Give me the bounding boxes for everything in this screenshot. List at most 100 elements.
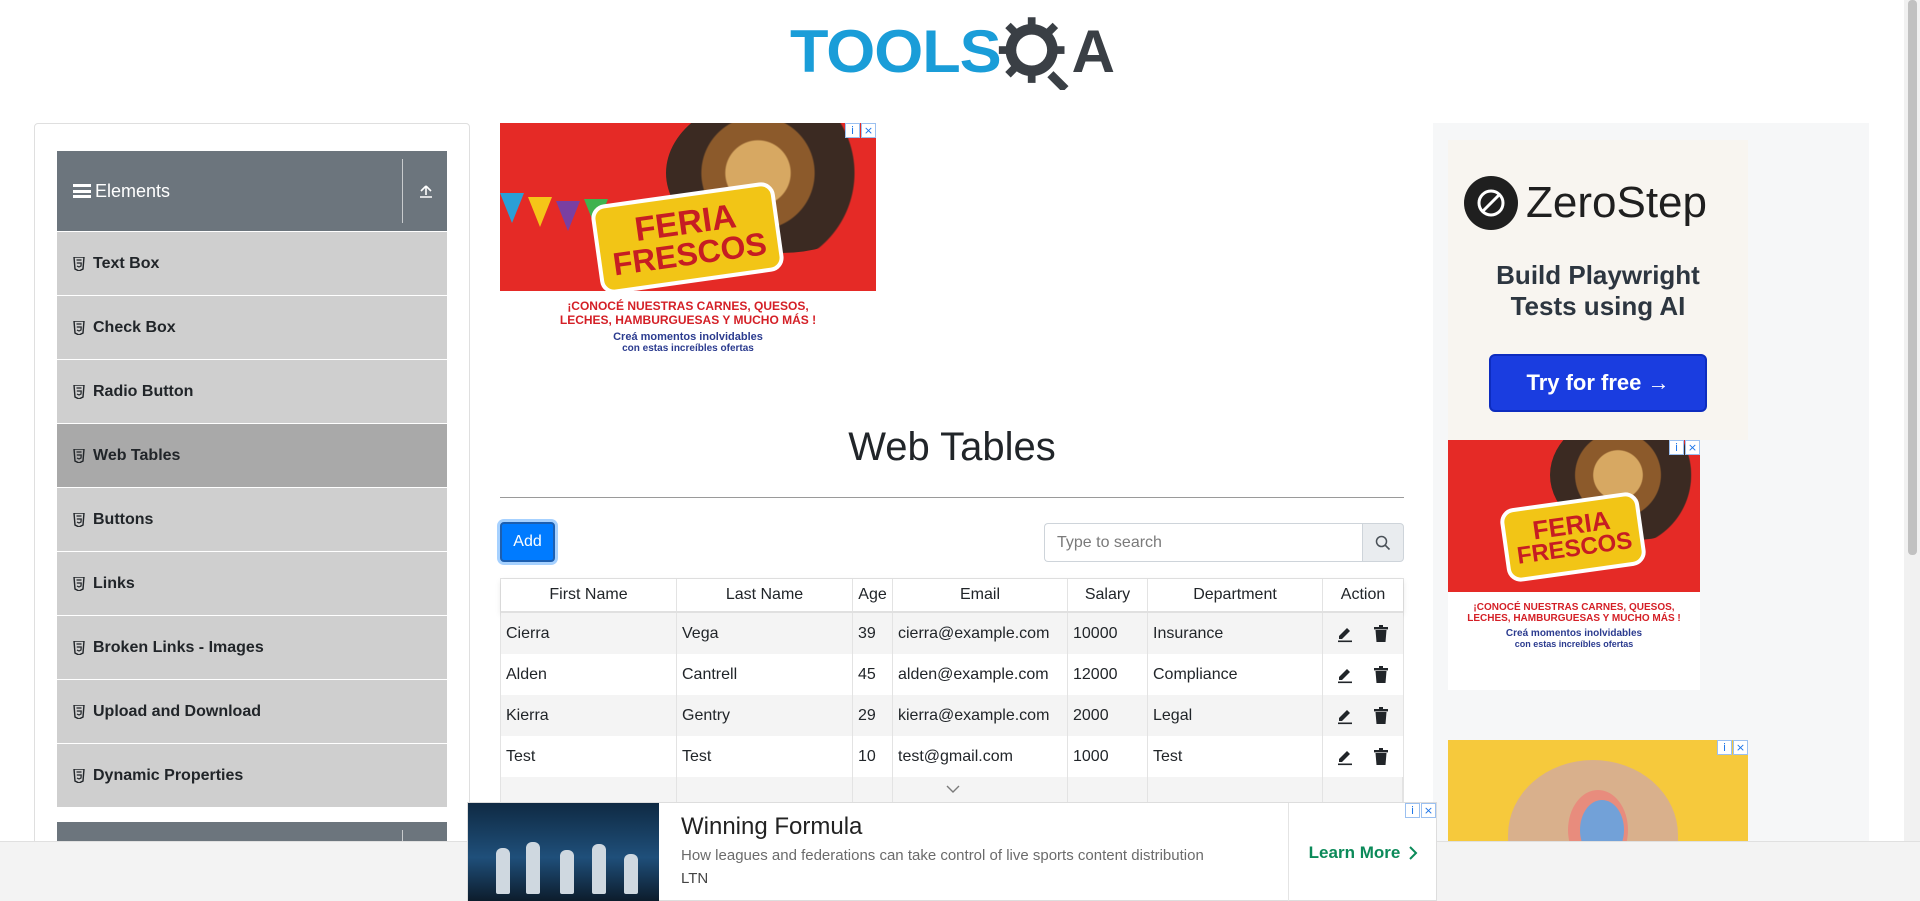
elements-menu: Text Box Check Box Radio Button Web Tabl… (57, 232, 447, 808)
cell-email: kierra@example.com (893, 695, 1068, 736)
sidebar-item-buttons[interactable]: Buttons (57, 488, 447, 552)
ad-feria-lower-4: con estas increíbles ofertas (622, 343, 754, 354)
ad-text: Winning Formula How leagues and federati… (659, 803, 1289, 900)
edit-pencil-icon[interactable] (1335, 747, 1355, 767)
ad-feria-lower: ¡CONOCÉ NUESTRAS CARNES, QUESOS, LECHES,… (500, 291, 876, 373)
sidebar-item-dynamic-properties[interactable]: Dynamic Properties (57, 744, 447, 808)
ad-feria-lower-1: ¡CONOCÉ NUESTRAS CARNES, QUESOS, (567, 299, 809, 313)
ad-feria-line-c: FRESCOS (610, 225, 769, 283)
collapse-arrow-icon[interactable] (415, 179, 437, 203)
col-header-age[interactable]: Age (853, 579, 893, 611)
page-scrollbar[interactable] (1904, 0, 1920, 841)
ad-choices[interactable]: i × (1717, 740, 1748, 755)
delete-trash-icon[interactable] (1371, 624, 1391, 644)
ad-choices[interactable]: i × (1405, 803, 1436, 818)
sidebar-item-upload-and-download[interactable]: Upload and Download (57, 680, 447, 744)
ad-description: How leagues and federations can take con… (681, 847, 1204, 864)
ad-close-icon[interactable]: × (861, 123, 876, 138)
ad-feria-right[interactable]: FERIA FRESCOS ¡CONOCÉ NUESTRAS CARNES, Q… (1448, 440, 1700, 690)
html5-icon (73, 320, 85, 335)
left-sidebar: Elements Text Box Check Box Radio Button… (34, 123, 470, 901)
ad-info-icon[interactable]: i (845, 123, 860, 138)
cell-salary: 1000 (1068, 736, 1148, 777)
sidebar-item-text-box[interactable]: Text Box (57, 232, 447, 296)
col-header-salary[interactable]: Salary (1068, 579, 1148, 611)
cell-actions (1323, 695, 1403, 736)
cell-first-name: Cierra (501, 613, 677, 654)
sidebar-item-label: Buttons (93, 510, 154, 528)
cell-last-name: Cantrell (677, 654, 853, 695)
toolsqa-logo[interactable]: TOOLS A (790, 14, 1115, 90)
ad-feria-lower-4: con estas increíbles ofertas (1514, 639, 1634, 649)
html5-icon (73, 576, 85, 591)
delete-trash-icon[interactable] (1371, 665, 1391, 685)
add-record-button[interactable]: Add (500, 522, 555, 562)
zerostep-name: ZeroStep (1526, 178, 1707, 227)
edit-pencil-icon[interactable] (1335, 706, 1355, 726)
search-box (1044, 523, 1404, 562)
zerostep-cta-button[interactable]: Try for free → (1489, 354, 1707, 412)
delete-trash-icon[interactable] (1371, 747, 1391, 767)
edit-pencil-icon[interactable] (1335, 624, 1355, 644)
table-row: Cierra Vega 39 cierra@example.com 10000 … (501, 613, 1403, 654)
ad-close-icon[interactable]: × (1421, 803, 1436, 818)
search-input[interactable] (1044, 523, 1362, 562)
page-title: Web Tables (848, 425, 1056, 469)
scrollbar-thumb[interactable] (1908, 0, 1917, 555)
ad-info-icon[interactable]: i (1405, 803, 1420, 818)
col-header-first-name[interactable]: First Name (501, 579, 677, 611)
html5-icon (73, 768, 85, 783)
ad-players-image (468, 803, 659, 901)
html5-icon (73, 256, 85, 271)
table-header: First Name Last Name Age Email Salary De… (501, 579, 1403, 613)
delete-trash-icon[interactable] (1371, 706, 1391, 726)
sidebar-item-radio-button[interactable]: Radio Button (57, 360, 447, 424)
sidebar-item-check-box[interactable]: Check Box (57, 296, 447, 360)
web-table: First Name Last Name Age Email Salary De… (500, 578, 1404, 808)
ad-info-icon[interactable]: i (1717, 740, 1732, 755)
html5-icon (73, 448, 85, 463)
cell-salary: 12000 (1068, 654, 1148, 695)
col-header-email[interactable]: Email (893, 579, 1068, 611)
ad-feria-lower-2: LECHES, HAMBURGUESAS Y MUCHO MÁS ! (559, 313, 817, 327)
sidebar-item-label: Broken Links - Images (93, 638, 264, 656)
group-header-elements[interactable]: Elements (57, 151, 447, 231)
cell-department: Insurance (1148, 613, 1323, 654)
cell-email: cierra@example.com (893, 613, 1068, 654)
cell-actions (1323, 613, 1403, 654)
ad-close-icon[interactable]: × (1685, 440, 1700, 455)
edit-pencil-icon[interactable] (1335, 665, 1355, 685)
search-button[interactable] (1362, 523, 1404, 562)
cell-actions (1323, 736, 1403, 777)
col-header-last-name[interactable]: Last Name (677, 579, 853, 611)
cell-last-name: Gentry (677, 695, 853, 736)
ad-zerostep[interactable]: ZeroStep Build Playwright Tests using AI… (1448, 140, 1748, 440)
cell-last-name: Test (677, 736, 853, 777)
cell-age: 10 (853, 736, 893, 777)
cell-first-name: Test (501, 736, 677, 777)
sidebar-item-label: Upload and Download (93, 702, 261, 720)
cell-age: 29 (853, 695, 893, 736)
sidebar-item-web-tables[interactable]: Web Tables (57, 424, 447, 488)
ad-feria-badge: FERIA FRESCOS (1498, 490, 1648, 584)
sidebar-item-broken-links-images[interactable]: Broken Links - Images (57, 616, 447, 680)
cell-first-name: Alden (501, 654, 677, 695)
html5-icon (73, 640, 85, 655)
ad-info-icon[interactable]: i (1669, 440, 1684, 455)
logo-text-a: A (1071, 18, 1115, 85)
cell-salary: 10000 (1068, 613, 1148, 654)
hamburger-icon (73, 184, 91, 198)
ad-sponsor: LTN (681, 870, 709, 887)
cell-department: Legal (1148, 695, 1323, 736)
table-row: Alden Cantrell 45 alden@example.com 1200… (501, 654, 1403, 695)
html5-icon (73, 384, 85, 399)
ad-choices[interactable]: i × (1669, 440, 1700, 455)
sidebar-item-label: Radio Button (93, 382, 194, 400)
ad-close-icon[interactable]: × (1733, 740, 1748, 755)
col-header-department[interactable]: Department (1148, 579, 1323, 611)
ad-feria-top[interactable]: FERIA FRESCOS ¡CONOCÉ NUESTRAS CARNES, Q… (500, 123, 876, 373)
ad-choices[interactable]: i × (845, 123, 876, 138)
ad-feria-lower-1: ¡CONOCÉ NUESTRAS CARNES, QUESOS, (1473, 602, 1675, 613)
sidebar-item-links[interactable]: Links (57, 552, 447, 616)
ad-bottom-banner[interactable]: Winning Formula How leagues and federati… (467, 802, 1437, 901)
